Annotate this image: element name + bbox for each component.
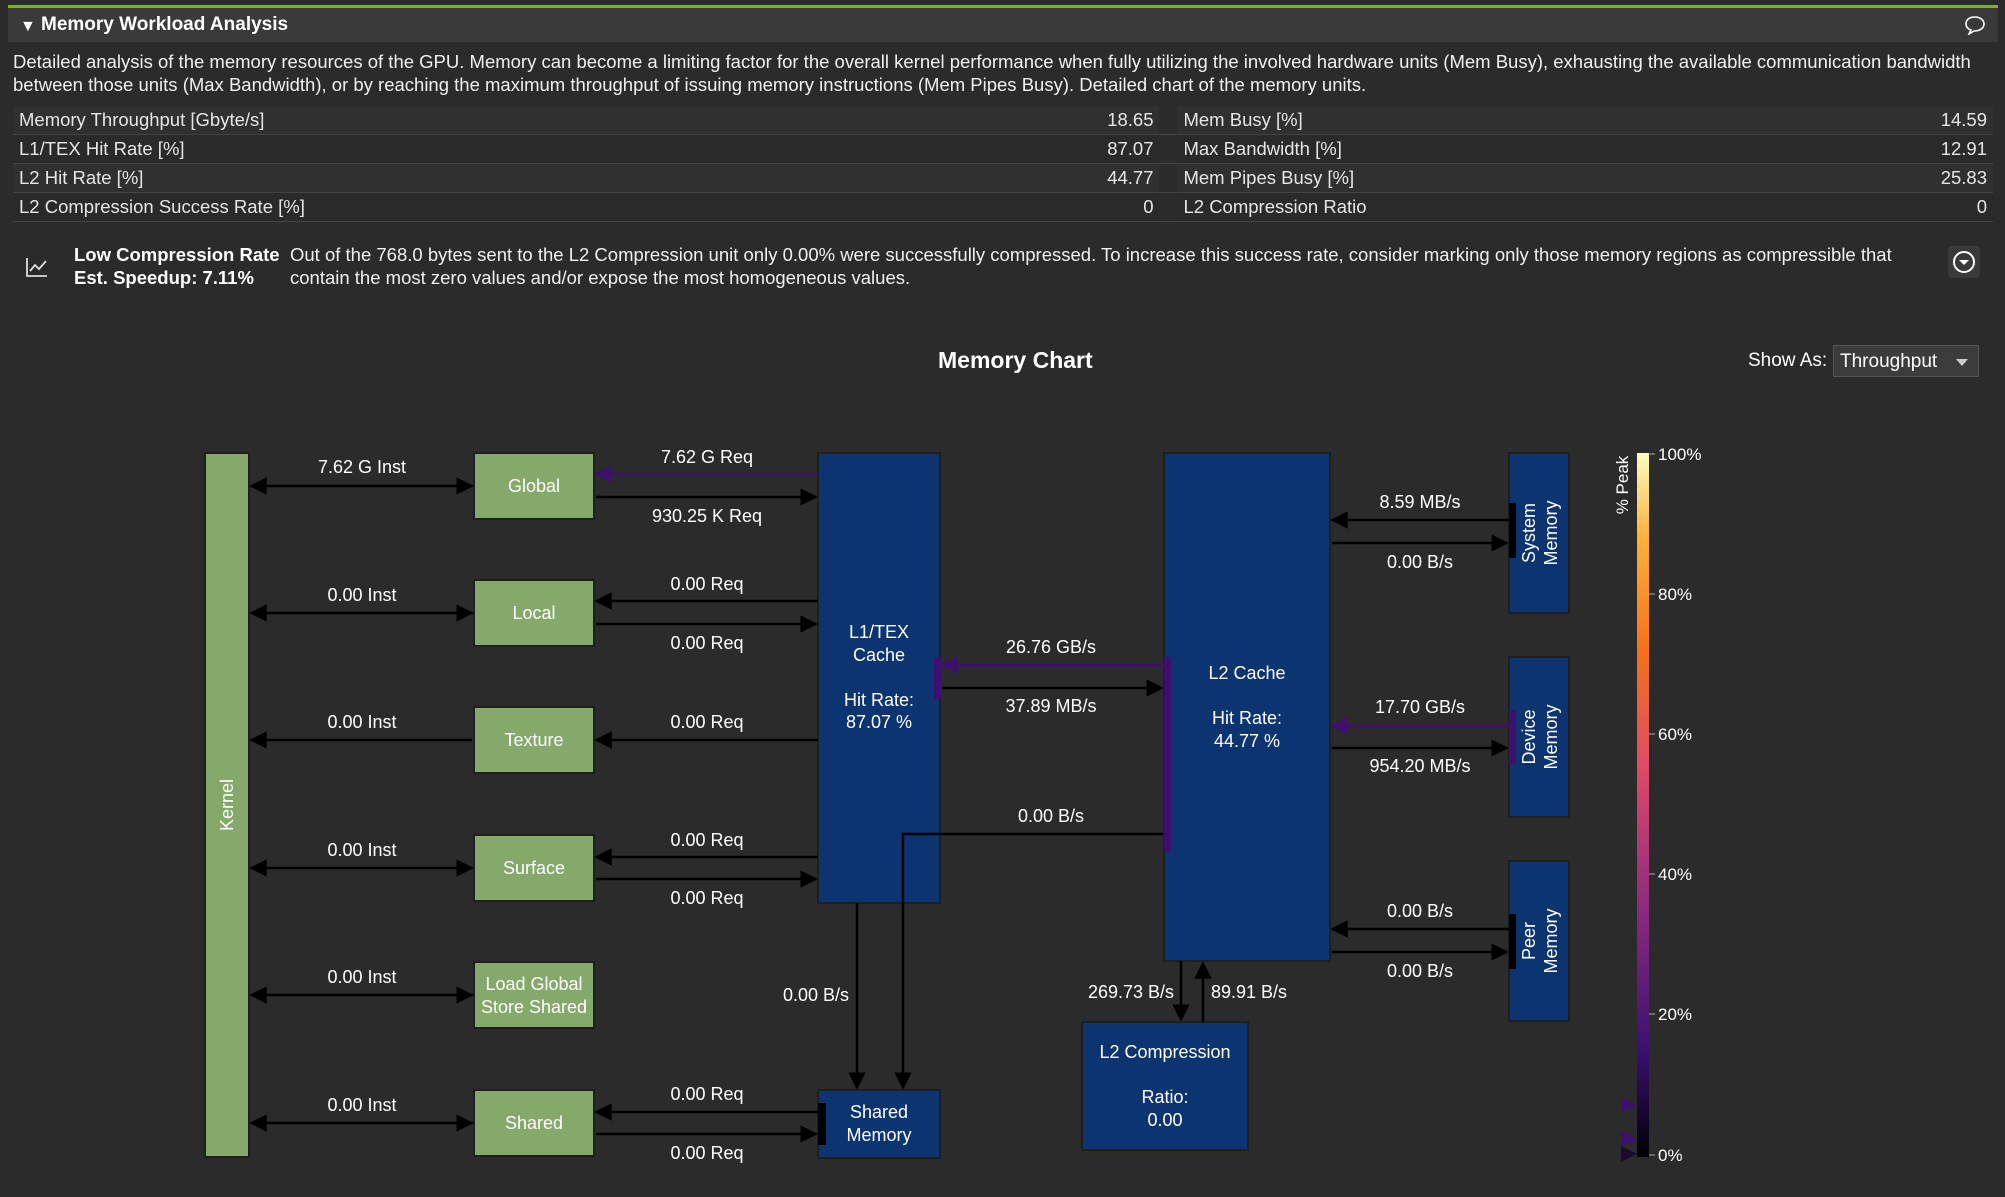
lgss-label-line1: Load Global — [485, 974, 582, 994]
texture-in-label: 0.00 Req — [670, 712, 743, 732]
l2c-ratio-label: Ratio: — [1141, 1087, 1188, 1107]
peak-tick-label-20: 20% — [1658, 1005, 1692, 1024]
l2c-label-line1: L2 Compression — [1099, 1042, 1230, 1062]
l2-hitrate-label: Hit Rate: — [1212, 708, 1282, 728]
shared-in-label: 0.00 Req — [670, 1084, 743, 1104]
load-global-store-shared-node[interactable] — [473, 961, 595, 1029]
surface-in-label: 0.00 Req — [670, 830, 743, 850]
kernel-label: Kernel — [217, 779, 237, 831]
l1-l2-port — [934, 657, 941, 699]
peak-legend-title: % Peak — [1613, 455, 1632, 514]
l2-hitrate-value: 44.77 % — [1214, 731, 1280, 751]
peak-marker-3 — [1621, 1146, 1637, 1162]
global-label: Global — [508, 476, 560, 496]
peermem-in-label: 0.00 B/s — [1387, 901, 1453, 921]
global-req-in-label: 7.62 G Req — [661, 447, 753, 467]
peer-memory-label-line1: Peer — [1519, 922, 1539, 960]
local-out-label: 0.00 Req — [670, 633, 743, 653]
system-memory-label-line2: Memory — [1541, 500, 1561, 565]
kernel-surface-link-label: 0.00 Inst — [327, 840, 396, 860]
l2-shmem-label: 0.00 B/s — [1018, 806, 1084, 826]
shared-memory-node[interactable] — [817, 1089, 941, 1159]
peak-marker-1 — [1621, 1097, 1637, 1113]
peak-tick-label-40: 40% — [1658, 865, 1692, 884]
peak-tick-label-80: 80% — [1658, 585, 1692, 604]
l2-cache-node[interactable] — [1163, 452, 1331, 962]
l1tex-hitrate-label: Hit Rate: — [844, 690, 914, 710]
local-in-label: 0.00 Req — [670, 574, 743, 594]
peak-marker-2 — [1621, 1131, 1637, 1147]
peak-tick-label-0: 0% — [1658, 1146, 1683, 1165]
kernel-texture-link-label: 0.00 Inst — [327, 712, 396, 732]
l1-to-l2-label: 37.89 MB/s — [1005, 696, 1096, 716]
peak-ticks: 100% 80% 60% 40% 20% 0% — [1649, 445, 1701, 1165]
l1-shmem-label: 0.00 B/s — [783, 985, 849, 1005]
l2c-down-label: 269.73 B/s — [1088, 982, 1174, 1002]
surface-out-label: 0.00 Req — [670, 888, 743, 908]
device-memory-label-line2: Memory — [1541, 704, 1561, 769]
shared-out-label: 0.00 Req — [670, 1143, 743, 1163]
texture-label: Texture — [504, 730, 563, 750]
l1tex-hitrate-value: 87.07 % — [846, 712, 912, 732]
l1tex-cache-node[interactable] — [817, 452, 941, 904]
kernel-shared-link-label: 0.00 Inst — [327, 1095, 396, 1115]
lgss-label-line2: Store Shared — [481, 997, 587, 1017]
sysmem-out-label: 0.00 B/s — [1387, 552, 1453, 572]
l2-to-l1-label: 26.76 GB/s — [1006, 637, 1096, 657]
sysmem-in-label: 8.59 MB/s — [1379, 492, 1460, 512]
shared-memory-label-line1: Shared — [850, 1102, 908, 1122]
shared-memory-port — [818, 1103, 826, 1145]
peak-colorbar — [1637, 453, 1649, 1157]
shared-label: Shared — [505, 1113, 563, 1133]
l2c-up-label: 89.91 B/s — [1211, 982, 1287, 1002]
kernel-global-link-label: 7.62 G Inst — [318, 457, 406, 477]
device-memory-port — [1509, 710, 1516, 765]
device-memory-label-line1: Device — [1519, 709, 1539, 764]
kernel-lgss-link-label: 0.00 Inst — [327, 967, 396, 987]
peermem-out-label: 0.00 B/s — [1387, 961, 1453, 981]
devmem-out-label: 954.20 MB/s — [1369, 756, 1470, 776]
system-memory-label-line1: System — [1519, 503, 1539, 563]
memory-chart: Kernel Global Local Texture Surface Load… — [204, 445, 1701, 1165]
l2c-ratio-value: 0.00 — [1147, 1110, 1182, 1130]
shared-memory-label-line2: Memory — [846, 1125, 911, 1145]
devmem-in-label: 17.70 GB/s — [1375, 697, 1465, 717]
peak-tick-label-60: 60% — [1658, 725, 1692, 744]
peak-tick-label-100: 100% — [1658, 445, 1701, 464]
l1tex-label-line1: L1/TEX — [849, 622, 909, 642]
system-memory-port — [1509, 503, 1516, 558]
l1tex-label-line2: Cache — [853, 645, 905, 665]
local-label: Local — [512, 603, 555, 623]
l2-label-line1: L2 Cache — [1208, 663, 1285, 683]
l2-l1-port — [1164, 657, 1171, 852]
kernel-local-link-label: 0.00 Inst — [327, 585, 396, 605]
peer-memory-label-line2: Memory — [1541, 908, 1561, 973]
global-req-out-label: 930.25 K Req — [652, 506, 762, 526]
surface-label: Surface — [503, 858, 565, 878]
peer-memory-port — [1509, 914, 1516, 969]
